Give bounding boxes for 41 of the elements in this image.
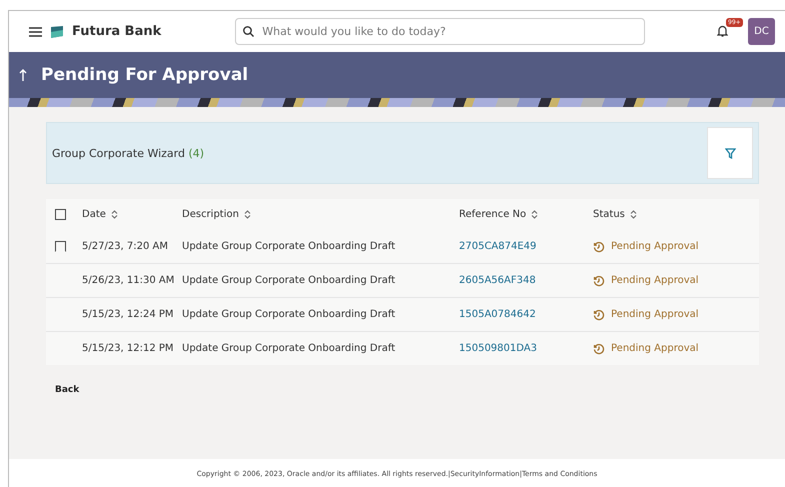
date-cell-text: 5/15/23, 12:12 PM: [82, 343, 175, 354]
column-header[interactable]: Date: [82, 209, 182, 220]
select-all-checkbox[interactable]: [55, 209, 66, 220]
date-cell-text: 5/15/23, 12:24 PM: [82, 309, 175, 320]
search-field[interactable]: What would you like to do today?: [235, 18, 646, 45]
description-cell-text: Update Group Corporate Onboarding Draft: [182, 343, 396, 354]
page-title: Pending For Approval: [41, 65, 248, 85]
filter-icon: [724, 148, 736, 158]
user-avatar[interactable]: DC: [748, 18, 775, 45]
date-cell-text: 5/26/23, 11:30 AM: [82, 275, 176, 286]
reference-link[interactable]: 2705CA874E49: [459, 241, 593, 252]
description-cell-text: Update Group Corporate Onboarding Draft: [182, 241, 396, 252]
clock-icon: [593, 274, 605, 286]
panel-title: Group Corporate Wizard (4): [52, 146, 204, 160]
sort-icon[interactable]: [244, 210, 251, 219]
description-cell-text: Update Group Corporate Onboarding Draft: [182, 309, 396, 320]
status-text: Pending Approval: [611, 309, 699, 320]
clock-icon: [593, 308, 605, 320]
sort-icon[interactable]: [630, 210, 637, 219]
menu-icon[interactable]: [29, 26, 42, 36]
logo-icon: [50, 24, 64, 38]
column-header[interactable]: Reference No: [459, 209, 593, 220]
sort-icon[interactable]: [110, 210, 118, 219]
reference-link[interactable]: 2605A56AF348: [459, 275, 593, 286]
brand-name: Futura Bank: [72, 24, 162, 39]
sort-icon[interactable]: [531, 210, 538, 219]
up-arrow-icon[interactable]: [19, 69, 27, 81]
date-cell-text: 5/27/23, 7:20 AM: [82, 241, 170, 252]
clock-icon: [593, 342, 605, 354]
reference-link[interactable]: 1505A0784642: [459, 309, 593, 320]
back-link[interactable]: Back: [55, 385, 759, 395]
column-header[interactable]: Description: [182, 209, 459, 220]
status-text: Pending Approval: [611, 343, 699, 354]
status-text: Pending Approval: [611, 241, 699, 252]
column-header[interactable]: Status: [593, 209, 759, 220]
description-cell-text: Update Group Corporate Onboarding Draft: [182, 275, 396, 286]
reference-link[interactable]: 150509801DA3: [459, 343, 593, 354]
status-text: Pending Approval: [611, 275, 699, 286]
clock-icon: [593, 240, 605, 252]
bell-icon[interactable]: [717, 25, 728, 37]
row-checkbox[interactable]: [55, 241, 66, 252]
